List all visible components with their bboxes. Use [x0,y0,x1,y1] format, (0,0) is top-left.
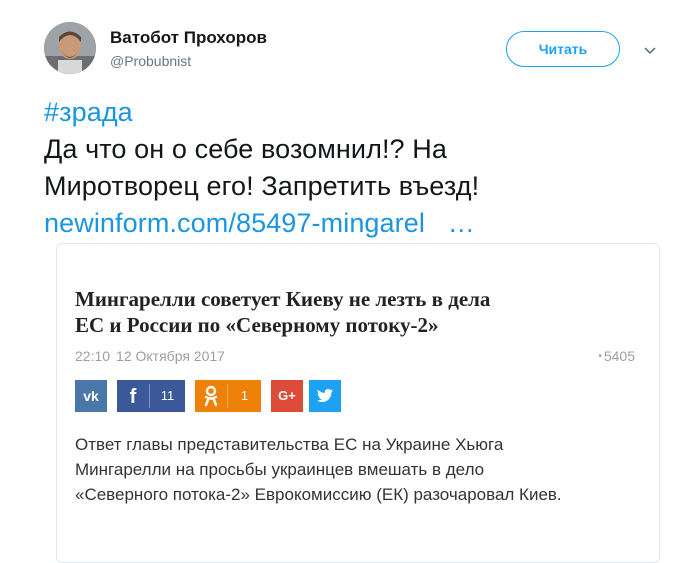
card-views: • 5405 [598,348,635,364]
card-meta: 22:10 12 Октября 2017 [75,348,225,364]
author-names: Ватобот Прохоров @Probubnist [110,28,267,70]
card-excerpt: Ответ главы представительства ЕС на Укра… [75,432,655,507]
ok-share-count: 1 [240,388,249,403]
tweet-text: #зрада Да что он о себе возомнил!? На Ми… [44,94,664,242]
card-date: 12 Октября 2017 [116,348,225,364]
hashtag-link[interactable]: #зрада [44,97,133,127]
author-display-name[interactable]: Ватобот Прохоров [110,28,267,48]
ok-share-button[interactable]: 1 [195,380,261,412]
vk-share-button[interactable]: vk [75,380,107,412]
excerpt-line: Мингарелли на просьбы украинцев вмешать … [75,460,485,479]
link-ellipsis[interactable]: … [448,208,475,238]
tweet-url-link[interactable]: newinform.com/85497-mingarel [44,208,425,238]
svg-text:f: f [130,386,137,408]
follow-button[interactable]: Читать [506,31,620,67]
card-title[interactable]: Мингарелли советует Киеву не лезть в дел… [75,286,615,338]
facebook-icon: f [130,386,137,408]
facebook-share-button[interactable]: f 11 [117,380,185,412]
tweet-text-line: Миротворец его! Запретить въезд! [44,171,480,201]
views-dot: • [598,351,602,362]
tweet-header: Ватобот Прохоров @Probubnist Читать [44,22,684,78]
gplus-share-button[interactable]: G+ [271,380,303,412]
vk-icon: vk [83,388,99,404]
author-handle[interactable]: @Probubnist [110,52,267,70]
odnoklassniki-icon [204,385,218,407]
chevron-down-icon[interactable] [642,42,658,58]
excerpt-line: Ответ главы представительства ЕС на Укра… [75,435,504,454]
views-count: 5405 [603,348,635,364]
facebook-share-count: 11 [160,388,175,403]
card-time: 22:10 [75,348,111,364]
link-preview-card[interactable]: Мингарелли советует Киеву не лезть в дел… [56,243,660,563]
excerpt-line: «Северного потока-2» Еврокомиссию (ЕК) р… [75,485,562,504]
gplus-icon: G+ [278,388,296,403]
card-title-line: Мингарелли советует Киеву не лезть в дел… [75,287,491,311]
tweet-text-line: Да что он о себе возомнил!? На [44,134,447,164]
twitter-bird-icon [317,389,333,402]
svg-text:vk: vk [83,388,99,404]
twitter-share-button[interactable] [309,380,341,412]
avatar[interactable] [44,22,96,74]
card-title-line: ЕС и России по «Северному потоку-2» [75,313,439,337]
